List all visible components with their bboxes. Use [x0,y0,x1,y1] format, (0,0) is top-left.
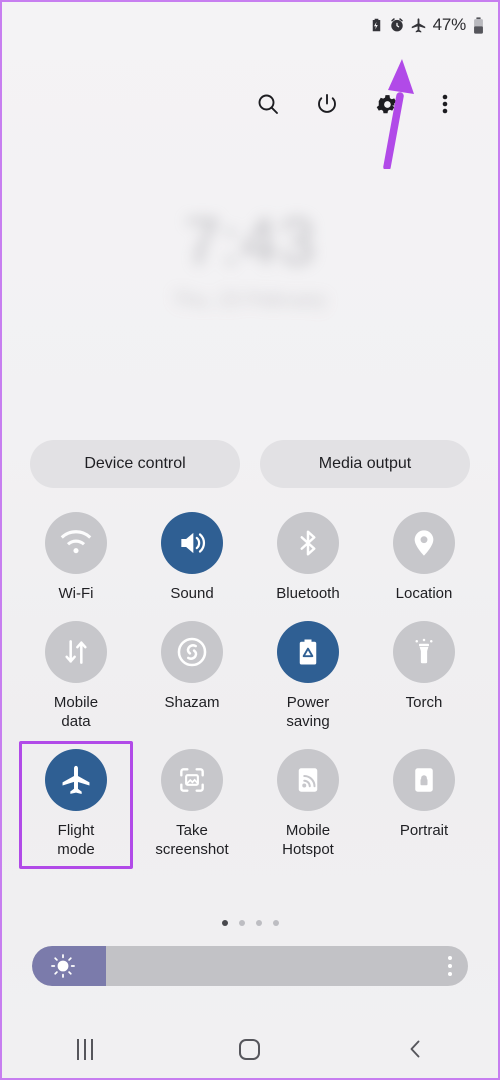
tile-location[interactable]: Location [366,508,482,603]
clock-date: Thu, 23 February [173,290,327,312]
mobile-data-icon [45,621,107,683]
tile-label: Sound [170,585,214,602]
shazam-icon [161,621,223,683]
device-control-button[interactable]: Device control [30,440,240,488]
quick-settings-row: Wi-Fi Sound Bluetooth Location [18,508,482,603]
tile-torch[interactable]: Torch [366,617,482,731]
tile-label: Wi-Fi [58,585,94,602]
quick-settings-row: Flight mode Take screenshot Mobile Hotsp… [18,741,482,869]
tile-label: Mobile Hotspot [282,822,334,858]
tile-label: Portrait [399,822,449,839]
tile-label: Bluetooth [276,585,340,602]
settings-gear-icon[interactable] [369,87,403,121]
power-icon[interactable] [310,87,344,121]
tile-label: Flight mode [57,822,95,858]
tile-portrait[interactable]: Portrait [366,745,482,859]
quick-panel-toolbar [2,80,498,128]
tile-sound[interactable]: Sound [134,508,250,603]
page-dot[interactable] [272,920,279,926]
tile-mobile-data[interactable]: Mobile data [18,617,134,731]
page-dot[interactable] [255,920,262,926]
page-dot[interactable] [238,920,245,926]
torch-icon [393,621,455,683]
tile-shazam[interactable]: Shazam [134,617,250,731]
power-saving-icon [369,17,384,33]
tile-wifi[interactable]: Wi-Fi [18,508,134,603]
navigation-bar [2,1020,498,1078]
tile-label: Power saving [286,694,330,730]
sound-icon [161,512,223,574]
brightness-slider[interactable] [32,946,468,986]
lockscreen-clock: 7:43 Thu, 23 February [2,204,498,312]
hotspot-icon [277,749,339,811]
alarm-icon [389,17,405,33]
page-dot[interactable] [221,920,228,926]
airplane-icon [45,749,107,811]
quick-settings-row: Mobile data Shazam Power saving Torch [18,617,482,731]
airplane-icon [410,17,427,34]
quick-settings-grid: Wi-Fi Sound Bluetooth Location Mobile da… [2,508,498,869]
phone-screenshot-frame: 47% 7:43 Thu, 23 February Device control… [0,0,500,1080]
recents-button[interactable] [50,1026,120,1072]
battery-percent-label: 47% [432,15,467,34]
clock-time: 7:43 [183,204,317,278]
tile-flight-mode[interactable]: Flight mode [18,741,134,869]
wifi-icon [45,512,107,574]
home-button[interactable] [215,1026,285,1072]
battery-icon [473,16,484,34]
brightness-sun-icon [50,953,76,979]
tile-take-screenshot[interactable]: Take screenshot [134,745,250,859]
media-output-button[interactable]: Media output [260,440,470,488]
tile-label: Shazam [164,694,220,711]
status-bar: 47% [2,2,498,48]
more-options-icon[interactable] [428,87,462,121]
bluetooth-icon [277,512,339,574]
tile-label: Torch [405,694,443,711]
location-pin-icon [393,512,455,574]
screenshot-icon [161,749,223,811]
quick-panel-pill-row: Device control Media output [2,440,498,488]
tile-mobile-hotspot[interactable]: Mobile Hotspot [250,745,366,859]
brightness-options-icon[interactable] [448,956,452,976]
back-button[interactable] [380,1026,450,1072]
tile-label: Location [395,585,453,602]
power-saving-battery-icon [277,621,339,683]
tile-label: Mobile data [53,694,99,730]
page-indicator [2,920,498,926]
screen-lock-rotation-icon [393,749,455,811]
tile-power-saving[interactable]: Power saving [250,617,366,731]
search-icon[interactable] [251,87,285,121]
tile-label: Take screenshot [155,822,229,858]
tile-bluetooth[interactable]: Bluetooth [250,508,366,603]
